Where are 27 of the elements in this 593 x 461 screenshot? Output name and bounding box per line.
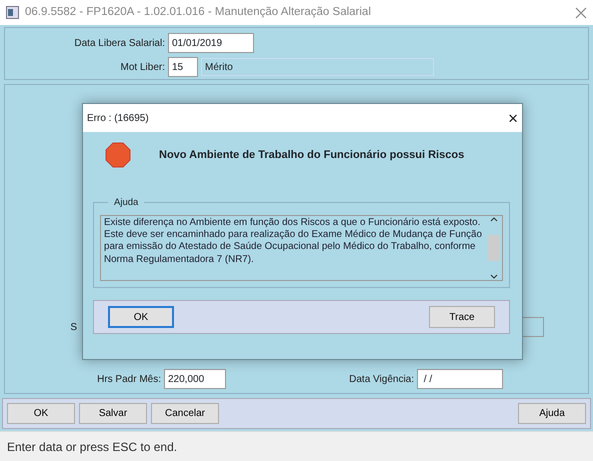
dialog-title: Erro : (16695): [87, 112, 149, 126]
error-message: Novo Ambiente de Trabalho do Funcionário possui Riscos: [159, 148, 464, 163]
scroll-up-icon[interactable]: [490, 216, 498, 222]
input-field[interactable]: 15: [168, 57, 198, 77]
input-field[interactable]: / /: [417, 369, 503, 389]
input-field[interactable]: 220,000: [164, 369, 226, 389]
button[interactable]: Cancelar: [151, 403, 219, 424]
button[interactable]: OK: [108, 306, 174, 328]
field-label: Mot Liber:: [120, 60, 165, 74]
close-icon[interactable]: [575, 6, 587, 18]
field-label: Data Libera Salarial:: [73, 36, 165, 50]
field-label: Data Vigência:: [348, 372, 414, 386]
field-label: S: [69, 320, 77, 334]
stop-icon: [105, 142, 131, 168]
close-button[interactable]: ×: [508, 110, 518, 126]
help-text: Existe diferença no Ambiente em função dos Riscos a que o Funcionário está exposto. Este deve ser encaminhado para realização do Exame Médico de Mudança de Função para emissão do Atestado de Saúde Ocupacional pelo Médico do Trabalho, conforme Norma Regulamentadora 7 (NR7).: [103, 216, 483, 267]
button[interactable]: OK: [7, 403, 75, 424]
app-icon: [6, 6, 19, 19]
window-title: 06.9.5582 - FP1620A - 1.02.01.016 - Manutenção Alteração Salarial: [25, 4, 372, 20]
scroll-down-icon[interactable]: [490, 274, 498, 280]
field-label: Hrs Padr Mês:: [96, 372, 161, 386]
button[interactable]: Salvar: [79, 403, 147, 424]
button[interactable]: Ajuda: [518, 403, 586, 424]
description-field: Mérito: [201, 58, 434, 76]
scroll-thumb[interactable]: [488, 235, 500, 261]
button[interactable]: Trace: [429, 306, 495, 328]
input-field[interactable]: 01/01/2019: [168, 33, 254, 53]
